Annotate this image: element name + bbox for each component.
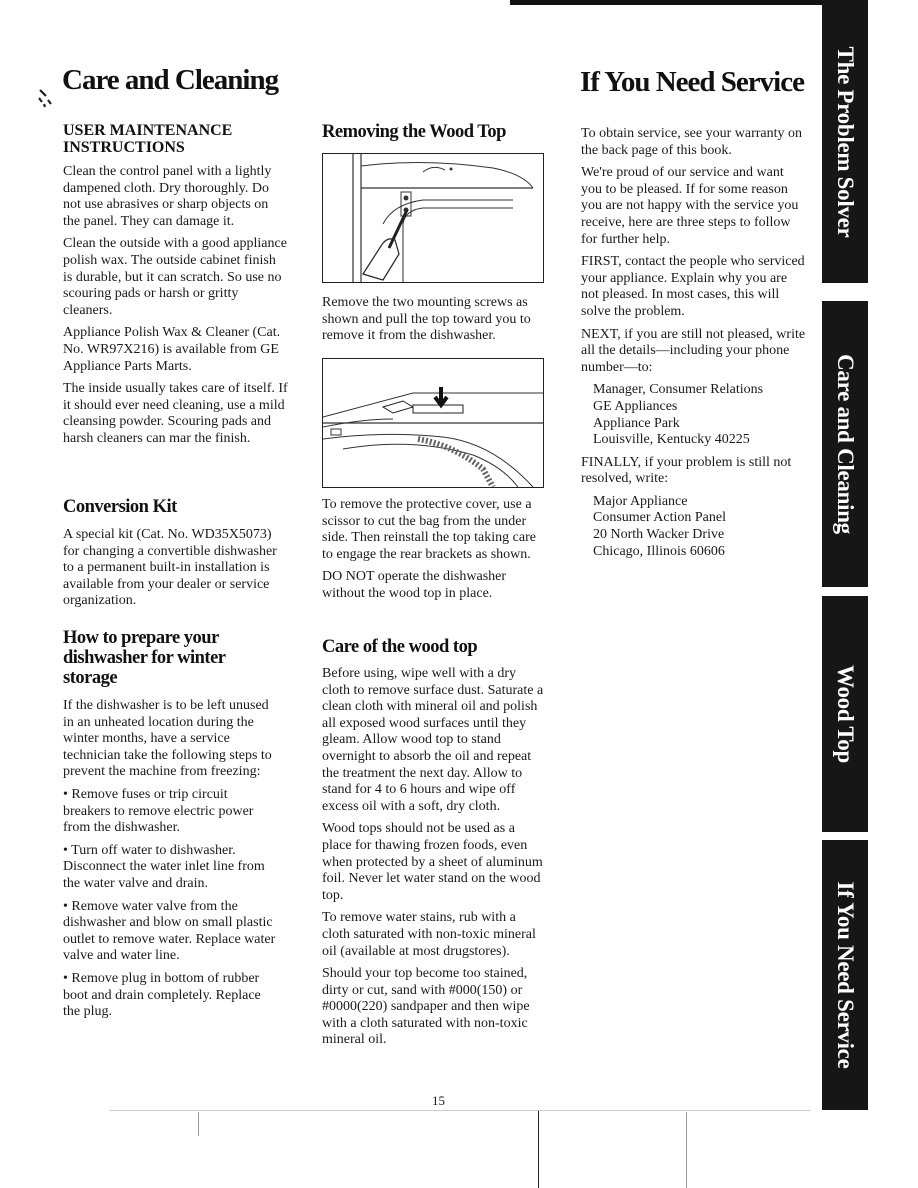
paragraph: Appliance Polish Wax & Cleaner (Cat. No.…: [63, 325, 281, 374]
side-tab-if-you-need-service[interactable]: If You Need Service: [822, 840, 868, 1110]
address-line: Manager, Consumer Relations: [593, 382, 764, 398]
list-item: • Remove plug in bottom of rubber boot a…: [63, 970, 261, 1020]
removing-wood-top-heading: Removing the Wood Top: [322, 122, 506, 142]
address-line: Chicago, Illinois 60606: [593, 543, 725, 559]
paragraph: Should your top become too stained, dirt…: [322, 966, 530, 1048]
paragraph: If the dishwasher is to be left unused i…: [63, 698, 272, 780]
figure1-caption-wrap: Remove the two mounting screws as shown …: [322, 295, 547, 351]
conversion-kit-heading: Conversion Kit: [63, 497, 177, 517]
figure-caption: Remove the two mounting screws as shown …: [322, 295, 531, 344]
paragraph: To obtain service, see your warranty on …: [581, 126, 802, 158]
address-consumer-relations: Manager, Consumer Relations GE Appliance…: [593, 382, 806, 448]
trim-line: [686, 1112, 687, 1188]
winter-storage-heading: How to prepare your dishwasher for winte…: [63, 628, 226, 688]
winter-storage-section: How to prepare your dishwasher for winte…: [63, 628, 278, 1027]
page-number: 15: [432, 1093, 445, 1108]
section-title-care-and-cleaning: Care and Cleaning: [62, 64, 279, 96]
side-tab-label: Care and Cleaning: [833, 354, 858, 534]
conversion-kit-section: Conversion Kit A special kit (Cat. No. W…: [63, 497, 288, 616]
paragraph: A special kit (Cat. No. WD35X5073) for c…: [63, 527, 277, 609]
user-maintenance-section: USER MAINTENANCE INSTRUCTIONS Clean the …: [63, 122, 288, 454]
sparkle-icon: [36, 82, 60, 113]
care-of-wood-top-heading: Care of the wood top: [322, 637, 478, 657]
side-tab-problem-solver[interactable]: The Problem Solver: [822, 0, 868, 283]
paragraph: FINALLY, if your problem is still not re…: [581, 454, 792, 487]
side-tab-label: The Problem Solver: [833, 46, 858, 237]
paragraph: NEXT, if you are still not pleased, writ…: [581, 326, 806, 375]
list-item: • Remove water valve from the dishwasher…: [63, 898, 276, 964]
address-line: GE Appliances: [593, 398, 678, 414]
paragraph: Wood tops should not be used as a place …: [322, 821, 543, 903]
paragraph: To remove the protective cover, use a sc…: [322, 497, 536, 562]
address-line: Louisville, Kentucky 40225: [593, 432, 750, 448]
address-line: Major Appliance: [593, 493, 688, 509]
paragraph: To remove water stains, rub with a cloth…: [322, 910, 536, 959]
service-section: To obtain service, see your warranty on …: [581, 126, 806, 566]
figure-mounting-screws: [322, 153, 544, 283]
care-of-wood-top-section: Care of the wood top Before using, wipe …: [322, 637, 547, 1055]
paragraph: Before using, wipe well with a dry cloth…: [322, 666, 544, 814]
figure-rear-brackets: [322, 358, 544, 489]
paragraph: Clean the control panel with a lightly d…: [63, 164, 272, 229]
section-title-if-you-need-service: If You Need Service: [580, 66, 805, 98]
address-line: 20 North Wacker Drive: [593, 527, 725, 543]
top-rule: [510, 0, 828, 5]
list-item: • Turn off water to dishwasher. Disconne…: [63, 842, 265, 891]
side-tab-label: Wood Top: [833, 665, 858, 763]
paragraph: DO NOT operate the dishwasher without th…: [322, 569, 507, 601]
trim-line: [198, 1112, 199, 1136]
list-item: • Remove fuses or trip circuit breakers …: [63, 786, 254, 836]
side-tab-wood-top[interactable]: Wood Top: [822, 596, 868, 832]
paragraph: We're proud of our service and want you …: [581, 165, 799, 247]
paragraph: FIRST, contact the people who serviced y…: [581, 254, 805, 319]
side-tab-care-and-cleaning[interactable]: Care and Cleaning: [822, 301, 868, 587]
paragraph: The inside usually takes care of itself.…: [63, 381, 288, 446]
address-consumer-action-panel: Major Appliance Consumer Action Panel 20…: [593, 494, 806, 560]
trim-line: [110, 1110, 810, 1111]
removing-wood-top-text: To remove the protective cover, use a sc…: [322, 497, 547, 609]
side-tab-label: If You Need Service: [833, 881, 858, 1069]
address-line: Appliance Park: [593, 415, 680, 431]
user-maintenance-heading: USER MAINTENANCE INSTRUCTIONS: [63, 122, 233, 156]
address-line: Consumer Action Panel: [593, 510, 726, 526]
paragraph: Clean the outside with a good appliance …: [63, 236, 287, 318]
trim-line: [538, 1110, 539, 1188]
